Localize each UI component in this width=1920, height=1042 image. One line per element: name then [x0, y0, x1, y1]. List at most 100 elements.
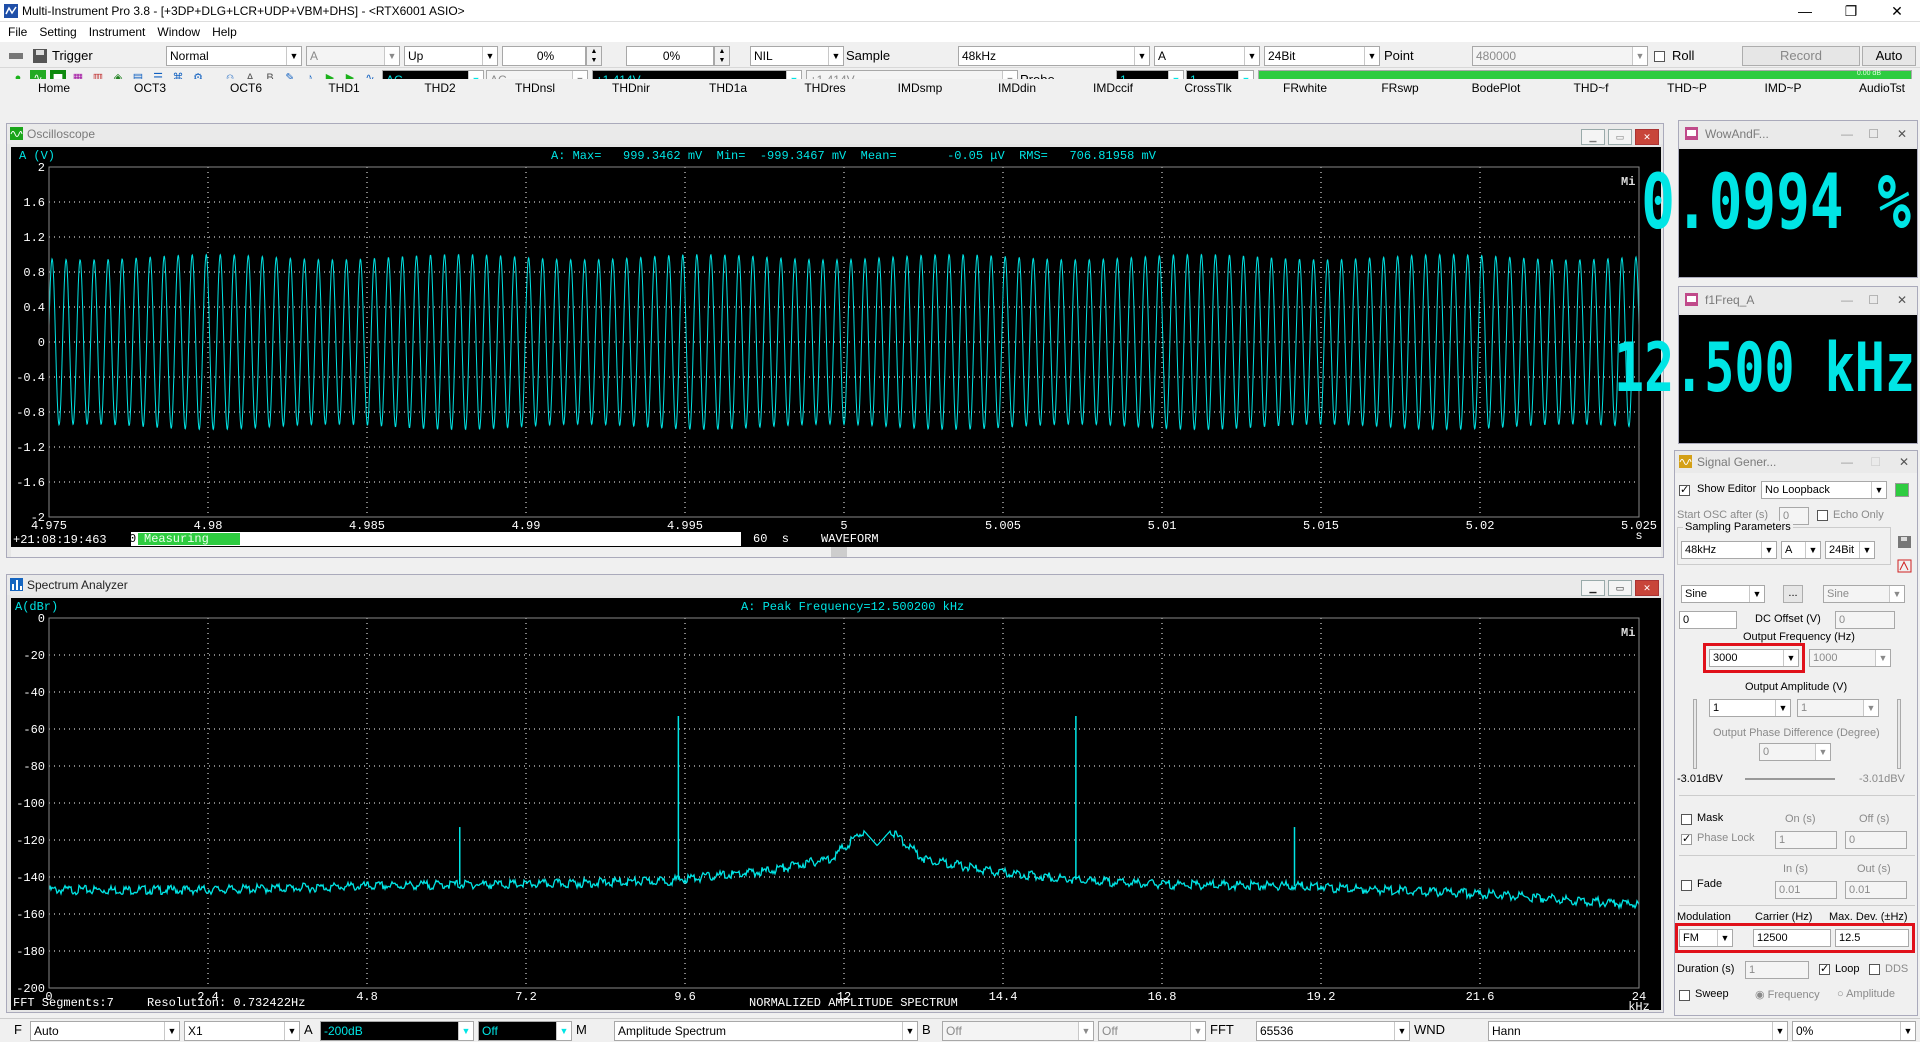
x-scale-select[interactable]: X1 ▼: [184, 1021, 300, 1041]
menu-file[interactable]: File: [8, 25, 27, 39]
menu-setting[interactable]: Setting: [39, 25, 76, 39]
spectrum-titlebar[interactable]: Spectrum Analyzer ▁ ▭ ✕: [7, 575, 1663, 596]
record-button[interactable]: Record: [1742, 46, 1860, 66]
trigger-level-input[interactable]: 0%: [502, 46, 586, 66]
close-icon[interactable]: ✕: [1899, 451, 1909, 473]
waveform-b-select[interactable]: Sine ▼: [1823, 585, 1905, 603]
minimize-icon[interactable]: —: [1782, 0, 1828, 22]
maximize-icon[interactable]: ▭: [1608, 129, 1632, 145]
trigger-mode-select[interactable]: Normal ▼: [166, 46, 302, 66]
tab-imdccif[interactable]: IMDccif: [1086, 81, 1140, 95]
tab-oct3[interactable]: OCT3: [128, 81, 172, 95]
a-reference-select[interactable]: -200dB ▼: [320, 1021, 474, 1041]
restore-icon[interactable]: ☐: [1868, 287, 1879, 313]
frequency-radio[interactable]: ◉ Frequency: [1755, 988, 1820, 1001]
tab-thd-f[interactable]: THD~f: [1566, 81, 1616, 95]
auto-button[interactable]: Auto: [1862, 46, 1916, 66]
tab-thdnsl[interactable]: THDnsl: [510, 81, 560, 95]
b-off-select[interactable]: Off ▼: [942, 1021, 1094, 1041]
amplitude-a-slider[interactable]: [1693, 699, 1697, 769]
output-amplitude-a-input[interactable]: 1 ▼: [1709, 699, 1791, 717]
bit-depth-select[interactable]: 24Bit ▼: [1264, 46, 1380, 66]
close-icon[interactable]: ✕: [1874, 0, 1920, 22]
loop-checkbox[interactable]: [1819, 962, 1830, 975]
restore-icon[interactable]: ❐: [1828, 0, 1874, 22]
siggen-channel-select[interactable]: A ▼: [1781, 541, 1821, 559]
menu-help[interactable]: Help: [212, 25, 237, 39]
tab-bodeplot[interactable]: BodePlot: [1466, 81, 1526, 95]
tab-imdsmp[interactable]: IMDsmp: [894, 81, 946, 95]
overlap-select[interactable]: 0% ▼: [1792, 1021, 1916, 1041]
amplitude-radio[interactable]: ○ Amplitude: [1837, 988, 1895, 1000]
tab-home[interactable]: Home: [32, 81, 76, 95]
menu-instrument[interactable]: Instrument: [89, 25, 146, 39]
restore-icon[interactable]: ☐: [1868, 121, 1879, 147]
amplitude-b-slider[interactable]: [1897, 699, 1901, 769]
filter-select[interactable]: NIL ▼: [750, 46, 844, 66]
roll-checkbox[interactable]: [1654, 49, 1665, 63]
phase-lock-checkbox[interactable]: [1681, 832, 1692, 845]
trigger-delay-spinner[interactable]: ▲ ▼: [714, 46, 730, 66]
minimize-icon[interactable]: —: [1841, 287, 1853, 313]
trigger-edge-select[interactable]: Up ▼: [404, 46, 498, 66]
fft-size-select[interactable]: 65536 ▼: [1256, 1021, 1410, 1041]
phase-input[interactable]: 0 ▼: [1759, 743, 1831, 761]
on-input[interactable]: 1: [1775, 831, 1837, 849]
fade-out-input[interactable]: 0.01: [1845, 881, 1907, 899]
b-off2-select[interactable]: Off ▼: [1098, 1021, 1206, 1041]
minimize-icon[interactable]: —: [1841, 121, 1853, 147]
tab-thd1a[interactable]: THD1a: [704, 81, 752, 95]
echo-only-checkbox[interactable]: [1817, 509, 1828, 521]
tab-imddin[interactable]: IMDdin: [990, 81, 1044, 95]
dc-offset-a-input[interactable]: 0: [1679, 611, 1737, 629]
tab-crosstlk[interactable]: CrossTlk: [1180, 81, 1236, 95]
frequency-scale-select[interactable]: Auto ▼: [30, 1021, 180, 1041]
close-icon[interactable]: ✕: [1635, 580, 1659, 596]
tab-frswp[interactable]: FRswp: [1378, 81, 1422, 95]
tab-audiotst[interactable]: AudioTst: [1852, 81, 1912, 95]
close-icon[interactable]: ✕: [1897, 121, 1907, 147]
spectrum-display[interactable]: A(dBr) A: Peak Frequency=12.500200 kHz M…: [11, 598, 1661, 1010]
minimize-icon[interactable]: —: [1841, 451, 1853, 473]
scrollbar-thumb[interactable]: [831, 547, 847, 557]
dc-offset-b-input[interactable]: 0: [1835, 611, 1895, 629]
save-icon[interactable]: [1897, 535, 1913, 549]
trigger-level-spinner[interactable]: ▲ ▼: [586, 46, 602, 66]
output-amplitude-b-input[interactable]: 1 ▼: [1797, 699, 1879, 717]
dds-checkbox[interactable]: [1869, 963, 1880, 975]
window-function-select[interactable]: Hann ▼: [1488, 1021, 1788, 1041]
close-icon[interactable]: ✕: [1635, 129, 1659, 145]
minimize-icon[interactable]: ▁: [1581, 580, 1605, 596]
sweep-checkbox[interactable]: [1679, 989, 1690, 1001]
balance-slider[interactable]: [1745, 778, 1835, 780]
channel-select[interactable]: A ▼: [1154, 46, 1260, 66]
tab-thdnir[interactable]: THDnir: [606, 81, 656, 95]
f1freq-titlebar[interactable]: f1Freq_A — ☐ ✕: [1679, 287, 1917, 313]
siggen-bits-select[interactable]: 24Bit ▼: [1825, 541, 1875, 559]
fade-checkbox[interactable]: [1681, 879, 1692, 891]
tab-thd-p[interactable]: THD~P: [1662, 81, 1712, 95]
output-frequency-b-input[interactable]: 1000 ▼: [1809, 649, 1891, 667]
tab-imd-p[interactable]: IMD~P: [1758, 81, 1808, 95]
tab-oct6[interactable]: OCT6: [224, 81, 268, 95]
siggen-rate-select[interactable]: 48kHz ▼: [1681, 541, 1777, 559]
wow-flutter-titlebar[interactable]: WowAndF... — ☐ ✕: [1679, 121, 1917, 147]
trigger-channel-select[interactable]: A ▼: [306, 46, 400, 66]
oscilloscope-titlebar[interactable]: Oscilloscope ▁ ▭ ✕: [7, 124, 1663, 145]
off-input[interactable]: 0: [1845, 831, 1907, 849]
duration-input[interactable]: 1: [1745, 961, 1809, 979]
fade-in-input[interactable]: 0.01: [1775, 881, 1837, 899]
a-off-select[interactable]: Off ▼: [478, 1021, 572, 1041]
restore-icon[interactable]: ☐: [1870, 451, 1881, 473]
tab-thdres[interactable]: THDres: [800, 81, 850, 95]
tab-thd2[interactable]: THD2: [418, 81, 462, 95]
tab-thd1[interactable]: THD1: [322, 81, 366, 95]
siggen-titlebar[interactable]: Signal Gener... — ☐ ✕: [1675, 451, 1917, 473]
waveform-a-select[interactable]: Sine ▼: [1681, 585, 1765, 603]
show-editor-checkbox[interactable]: [1679, 483, 1690, 496]
browse-button[interactable]: ...: [1783, 585, 1803, 603]
menu-window[interactable]: Window: [157, 25, 200, 39]
sample-rate-select[interactable]: 48kHz ▼: [958, 46, 1150, 66]
trigger-delay-input[interactable]: 0%: [626, 46, 714, 66]
points-select[interactable]: 480000 ▼: [1472, 46, 1648, 66]
